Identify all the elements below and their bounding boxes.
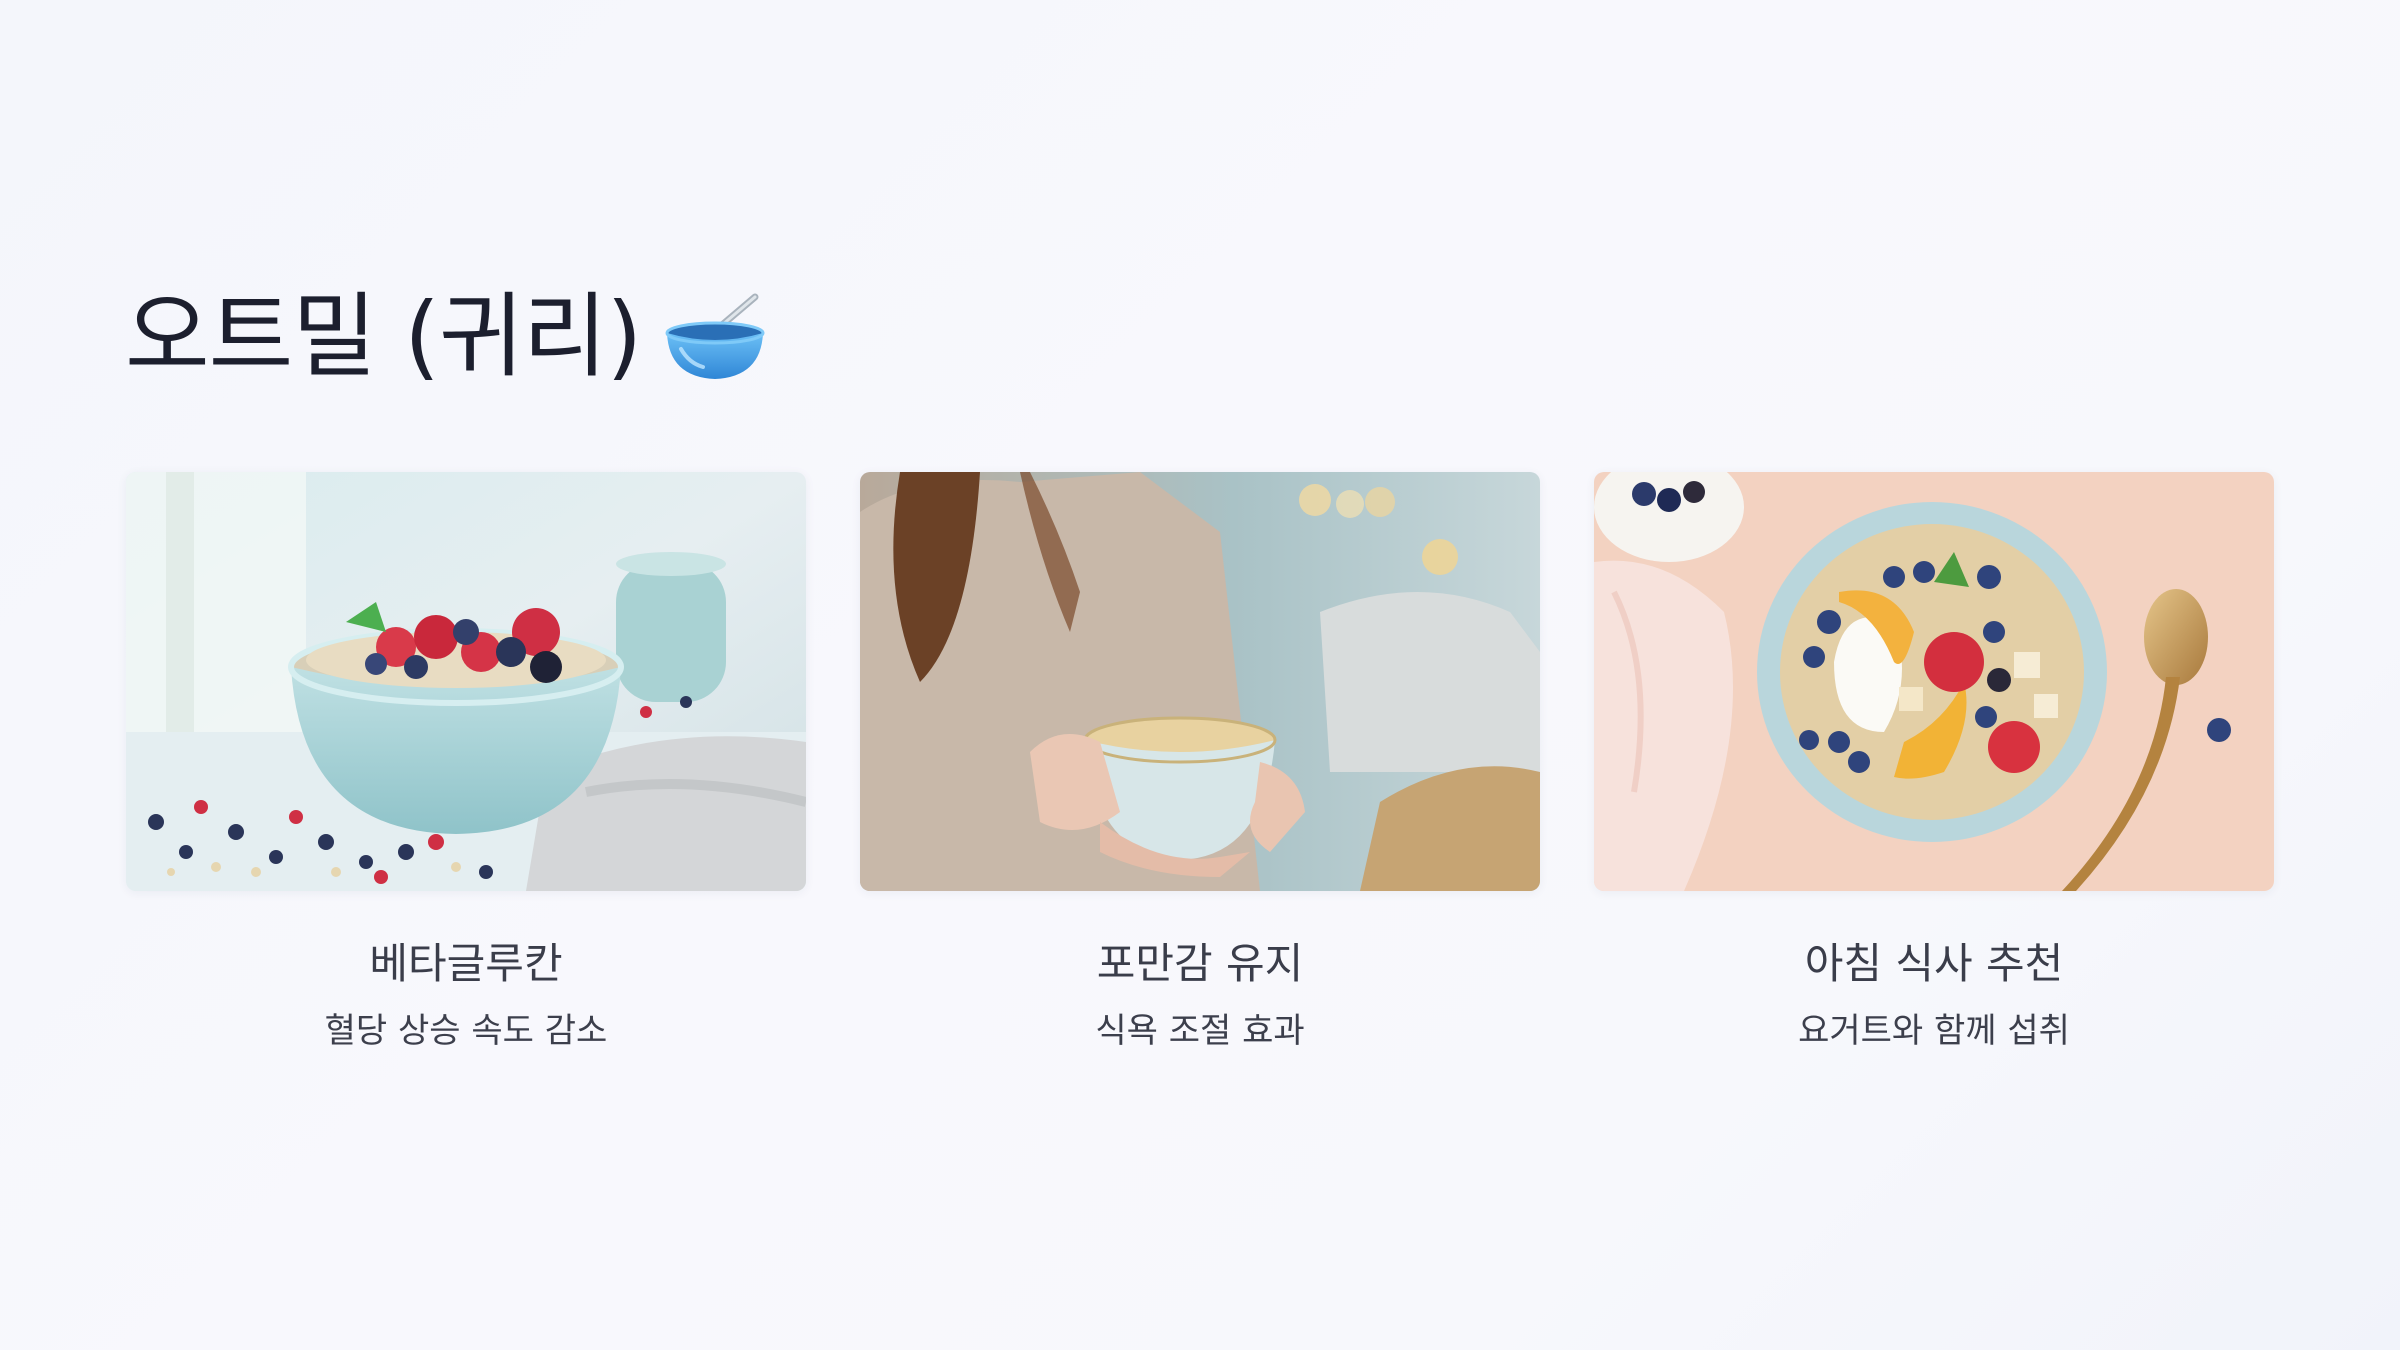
card-satiety: 포만감 유지 식욕 조절 효과 [860,472,1540,1052]
card-title: 아침 식사 추천 [1804,939,2064,988]
oatmeal-yogurt-fruit-bowl-photo [1594,472,2274,891]
card-subtitle: 요거트와 함께 섭취 [1798,1011,2070,1052]
card-title: 베타글루칸 [369,939,563,988]
card-beta-glucan: 베타글루칸 혈당 상승 속도 감소 [126,472,806,1052]
bowl-with-spoon-icon [665,293,765,379]
card-breakfast: 아침 식사 추천 요거트와 함께 섭취 [1594,472,2274,1052]
card-subtitle: 혈당 상승 속도 감소 [324,1011,608,1052]
title-row: 오트밀 (귀리) [125,282,767,392]
card-subtitle: 식욕 조절 효과 [1095,1011,1305,1052]
page-title: 오트밀 (귀리) [125,283,642,390]
slide: 오트밀 (귀리) 베타글루칸 혈당 상승 속도 감소 포만감 유지 식욕 조절 … [0,0,2400,1350]
oatmeal-berries-bowl-photo [126,472,806,891]
woman-holding-oatmeal-bowl-photo [860,472,1540,891]
card-title: 포만감 유지 [1096,939,1304,988]
card-list: 베타글루칸 혈당 상승 속도 감소 포만감 유지 식욕 조절 효과 아침 식사 … [126,472,2274,1052]
